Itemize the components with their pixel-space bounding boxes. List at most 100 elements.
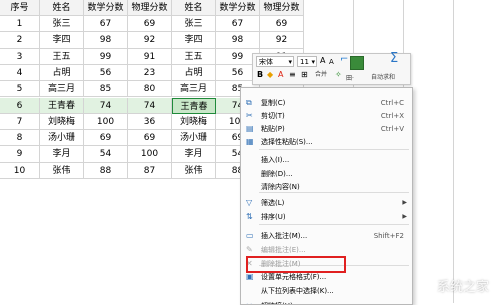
table-cell[interactable]: 69 [260, 16, 304, 33]
align-icon[interactable]: ≡ [289, 70, 296, 80]
column-header[interactable]: 物理分数 [128, 0, 172, 16]
table-cell[interactable]: 李月 [172, 146, 216, 163]
table-cell[interactable]: 刘晓梅 [40, 113, 84, 131]
table-cell[interactable]: 李四 [40, 32, 84, 49]
column-header[interactable]: 数学分数 [84, 0, 128, 16]
comment-icon: ▭ [246, 231, 254, 240]
menu-item[interactable]: 删除(D)... [241, 167, 412, 181]
table-cell[interactable]: 36 [128, 113, 172, 131]
grid-column-line [453, 0, 454, 303]
border-icon[interactable]: ⊞ [301, 70, 308, 80]
autosum-button[interactable]: 自动求和 [371, 72, 395, 81]
table-cell[interactable]: 69 [128, 16, 172, 33]
clear-icon[interactable]: ✧ [335, 70, 342, 80]
row-number-cell[interactable]: 6 [0, 97, 40, 114]
menu-item[interactable]: ✎ 编辑批注(E)... [241, 243, 412, 257]
table-cell[interactable]: 100 [84, 113, 128, 131]
fill-color-icon[interactable]: ◆ [267, 70, 273, 80]
row-number-cell[interactable]: 8 [0, 130, 40, 147]
row-number-cell[interactable]: 9 [0, 146, 40, 163]
table-cell[interactable]: 占明 [40, 64, 84, 82]
menu-item[interactable]: ✂ 剪切(T) Ctrl+X [241, 109, 412, 123]
font-size-select[interactable]: 11 ▾ [297, 56, 317, 67]
table-cell[interactable]: 王五 [40, 48, 84, 65]
row-number-cell[interactable]: 4 [0, 64, 40, 82]
table-cell[interactable]: 91 [128, 48, 172, 65]
table-cell[interactable]: 王五 [172, 48, 216, 65]
font-color-icon[interactable]: A [278, 70, 283, 80]
table-cell[interactable]: 王青春 [40, 97, 84, 114]
table-cell[interactable]: 张三 [172, 16, 216, 33]
table-cell[interactable]: 67 [216, 16, 260, 33]
table-cell[interactable]: 刘晓梅 [172, 113, 216, 131]
table-cell[interactable]: 占明 [172, 64, 216, 82]
table-cell[interactable]: 张伟 [40, 162, 84, 179]
table-cell[interactable]: 23 [128, 64, 172, 82]
column-header[interactable]: 数学分数 [216, 0, 260, 16]
sort-icon: ⇅ [246, 212, 253, 221]
table-cell[interactable]: 高三月 [40, 81, 84, 98]
table-cell[interactable]: 99 [84, 48, 128, 65]
menu-item[interactable]: ▤ 粘贴(P) Ctrl+V [241, 122, 412, 136]
menu-item[interactable]: 从下拉列表中选择(K)... [241, 284, 412, 298]
table-cell[interactable]: 98 [84, 32, 128, 49]
menu-item[interactable]: 清除内容(N) [241, 180, 412, 194]
menu-item-label: 剪切(T) [261, 112, 285, 120]
menu-item-label: 编辑批注(E)... [261, 246, 306, 254]
merge-cells-button[interactable]: 合并 [315, 70, 327, 80]
table-cell[interactable]: 69 [84, 130, 128, 147]
column-header[interactable]: 姓名 [172, 0, 216, 16]
decrease-font-icon[interactable]: A [329, 57, 334, 67]
table-cell[interactable]: 100 [128, 146, 172, 163]
menu-item[interactable]: ⇅ 排序(U) ▶ [241, 210, 412, 224]
table-cell[interactable]: 74 [84, 97, 128, 114]
submenu-arrow-icon: ▶ [402, 199, 407, 206]
autofit-icon[interactable]: 田· [346, 73, 354, 82]
table-cell[interactable]: 87 [128, 162, 172, 179]
autosum-icon[interactable]: Σ [390, 52, 398, 65]
format-painter-icon[interactable]: ⌐ [340, 55, 348, 65]
copy-icon: ⧉ [246, 98, 252, 107]
table-cell[interactable]: 高三月 [172, 81, 216, 98]
menu-separator [259, 224, 409, 225]
menu-item[interactable]: 插入(I)... [241, 153, 412, 167]
table-cell[interactable]: 88 [84, 162, 128, 179]
menu-item[interactable]: ▭ 插入批注(M)... Shift+F2 [241, 229, 412, 243]
menu-item[interactable]: ⚯超链接(H)... [241, 299, 412, 305]
table-cell[interactable]: 67 [84, 16, 128, 33]
row-number-cell[interactable]: 5 [0, 81, 40, 98]
row-number-cell[interactable]: 1 [0, 16, 40, 33]
table-cell[interactable]: 98 [216, 32, 260, 49]
menu-item-label: 从下拉列表中选择(K)... [261, 287, 334, 295]
table-cell[interactable]: 王青春 [172, 97, 216, 114]
table-cell[interactable]: 李四 [172, 32, 216, 49]
row-number-cell[interactable]: 10 [0, 162, 40, 179]
table-cell[interactable]: 张伟 [172, 162, 216, 179]
row-number-cell[interactable]: 7 [0, 113, 40, 131]
table-cell[interactable]: 汤小珊 [172, 130, 216, 147]
menu-item[interactable]: ⧉ 复制(C) Ctrl+C [241, 96, 412, 110]
table-cell[interactable]: 李月 [40, 146, 84, 163]
increase-font-icon[interactable]: A [320, 56, 325, 66]
column-header[interactable]: 物理分数 [260, 0, 304, 16]
column-header[interactable]: 序号 [0, 0, 40, 16]
table-cell[interactable]: 92 [260, 32, 304, 49]
bold-icon[interactable]: B [257, 70, 263, 80]
paste-icon: ▤ [246, 124, 254, 133]
menu-item[interactable]: ▽ 筛选(L) ▶ [241, 196, 412, 210]
menu-item[interactable]: ▦ 选择性粘贴(S)... [241, 135, 412, 149]
table-cell[interactable]: 69 [128, 130, 172, 147]
table-cell[interactable]: 汤小珊 [40, 130, 84, 147]
table-cell[interactable]: 92 [128, 32, 172, 49]
font-name-select[interactable]: 宋体 ▾ [256, 56, 294, 67]
column-header[interactable]: 姓名 [40, 0, 84, 16]
table-cell[interactable]: 74 [128, 97, 172, 114]
table-cell[interactable]: 54 [84, 146, 128, 163]
chart-icon[interactable] [350, 56, 364, 70]
row-number-cell[interactable]: 3 [0, 48, 40, 65]
table-cell[interactable]: 56 [84, 64, 128, 82]
table-cell[interactable]: 80 [128, 81, 172, 98]
row-number-cell[interactable]: 2 [0, 32, 40, 49]
table-cell[interactable]: 85 [84, 81, 128, 98]
table-cell[interactable]: 张三 [40, 16, 84, 33]
